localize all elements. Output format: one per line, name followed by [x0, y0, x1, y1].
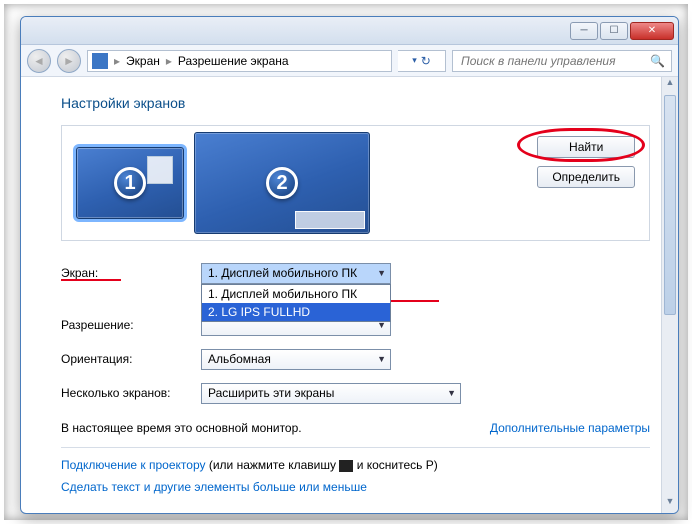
find-button[interactable]: Найти — [537, 136, 635, 158]
projector-link[interactable]: Подключение к проектору — [61, 458, 206, 472]
screen-option-1[interactable]: 1. Дисплей мобильного ПК — [202, 285, 390, 303]
orientation-value: Альбомная — [208, 352, 271, 366]
content-area: Настройки экранов 1 2 Найти Определить Э… — [21, 77, 678, 513]
chevron-down-icon: ▼ — [377, 268, 386, 278]
titlebar: ─ ☐ ✕ — [21, 17, 678, 45]
vertical-scrollbar[interactable]: ▲ ▼ — [661, 77, 678, 513]
taskbar-icon — [295, 211, 365, 229]
screen-option-2[interactable]: 2. LG IPS FULLHD — [202, 303, 390, 321]
scroll-up-icon[interactable]: ▲ — [662, 77, 678, 94]
screen-label: Экран: — [61, 266, 201, 280]
identify-button[interactable]: Определить — [537, 166, 635, 188]
hand-annotation-underline — [61, 279, 121, 281]
monitor-1[interactable]: 1 — [76, 147, 184, 219]
text-size-link[interactable]: Сделать текст и другие элементы больше и… — [61, 480, 367, 494]
address-bar[interactable]: ▸ Экран ▸ Разрешение экрана — [87, 50, 392, 72]
nav-back-button[interactable]: ◄ — [27, 49, 51, 73]
advanced-settings-link[interactable]: Дополнительные параметры — [490, 421, 650, 435]
control-panel-icon — [92, 53, 108, 69]
minimize-button[interactable]: ─ — [570, 22, 598, 40]
screen-dropdown-list: 1. Дисплей мобильного ПК 2. LG IPS FULLH… — [201, 284, 391, 322]
search-box[interactable]: 🔍 — [452, 50, 672, 72]
multiple-label: Несколько экранов: — [61, 386, 201, 400]
scroll-down-icon[interactable]: ▼ — [662, 496, 678, 513]
resolution-label: Разрешение: — [61, 318, 201, 332]
refresh-icon: ↻ — [421, 54, 431, 68]
chevron-down-icon: ▼ — [377, 354, 386, 364]
orientation-dropdown[interactable]: Альбомная ▼ — [201, 349, 391, 370]
breadcrumb-resolution[interactable]: Разрешение экрана — [178, 54, 289, 68]
windows-key-icon — [339, 460, 353, 472]
chevron-down-icon: ▼ — [377, 320, 386, 330]
screen-dropdown[interactable]: 1. Дисплей мобильного ПК ▼ 1. Дисплей мо… — [201, 263, 391, 284]
navbar: ◄ ► ▸ Экран ▸ Разрешение экрана ▾ ↻ 🔍 — [21, 45, 678, 77]
page-title: Настройки экранов — [61, 95, 650, 111]
window-thumb-icon — [147, 156, 173, 184]
projector-line: Подключение к проектору (или нажмите кла… — [61, 458, 650, 472]
breadcrumb-screen[interactable]: Экран — [126, 54, 160, 68]
primary-monitor-note: В настоящее время это основной монитор. — [61, 421, 302, 435]
monitor-2[interactable]: 2 — [194, 132, 370, 234]
chevron-down-icon: ▼ — [447, 388, 456, 398]
multiple-value: Расширить эти экраны — [208, 386, 334, 400]
screen-dropdown-value: 1. Дисплей мобильного ПК — [208, 266, 357, 280]
monitor-preview: 1 2 Найти Определить — [61, 125, 650, 241]
window-frame: ─ ☐ ✕ ◄ ► ▸ Экран ▸ Разрешение экрана ▾ … — [20, 16, 679, 514]
monitor-2-badge: 2 — [266, 167, 298, 199]
search-icon: 🔍 — [650, 54, 665, 68]
divider — [61, 447, 650, 448]
refresh-button[interactable]: ▾ ↻ — [398, 50, 446, 72]
multiple-displays-dropdown[interactable]: Расширить эти экраны ▼ — [201, 383, 461, 404]
settings-group: Экран: 1. Дисплей мобильного ПК ▼ 1. Дис… — [61, 259, 650, 407]
monitor-1-badge: 1 — [114, 167, 146, 199]
projector-suffix2: и коснитесь P) — [357, 458, 438, 472]
chevron-right-icon: ▸ — [114, 54, 120, 68]
chevron-right-icon: ▸ — [166, 54, 172, 68]
search-input[interactable] — [459, 53, 650, 69]
orientation-label: Ориентация: — [61, 352, 201, 366]
close-button[interactable]: ✕ — [630, 22, 674, 40]
dropdown-arrow-icon: ▾ — [412, 55, 417, 66]
scroll-thumb[interactable] — [664, 95, 676, 315]
maximize-button[interactable]: ☐ — [600, 22, 628, 40]
nav-forward-button[interactable]: ► — [57, 49, 81, 73]
hand-annotation-underline — [391, 300, 439, 302]
primary-monitor-row: В настоящее время это основной монитор. … — [61, 421, 650, 435]
projector-suffix1: (или нажмите клавишу — [209, 458, 340, 472]
